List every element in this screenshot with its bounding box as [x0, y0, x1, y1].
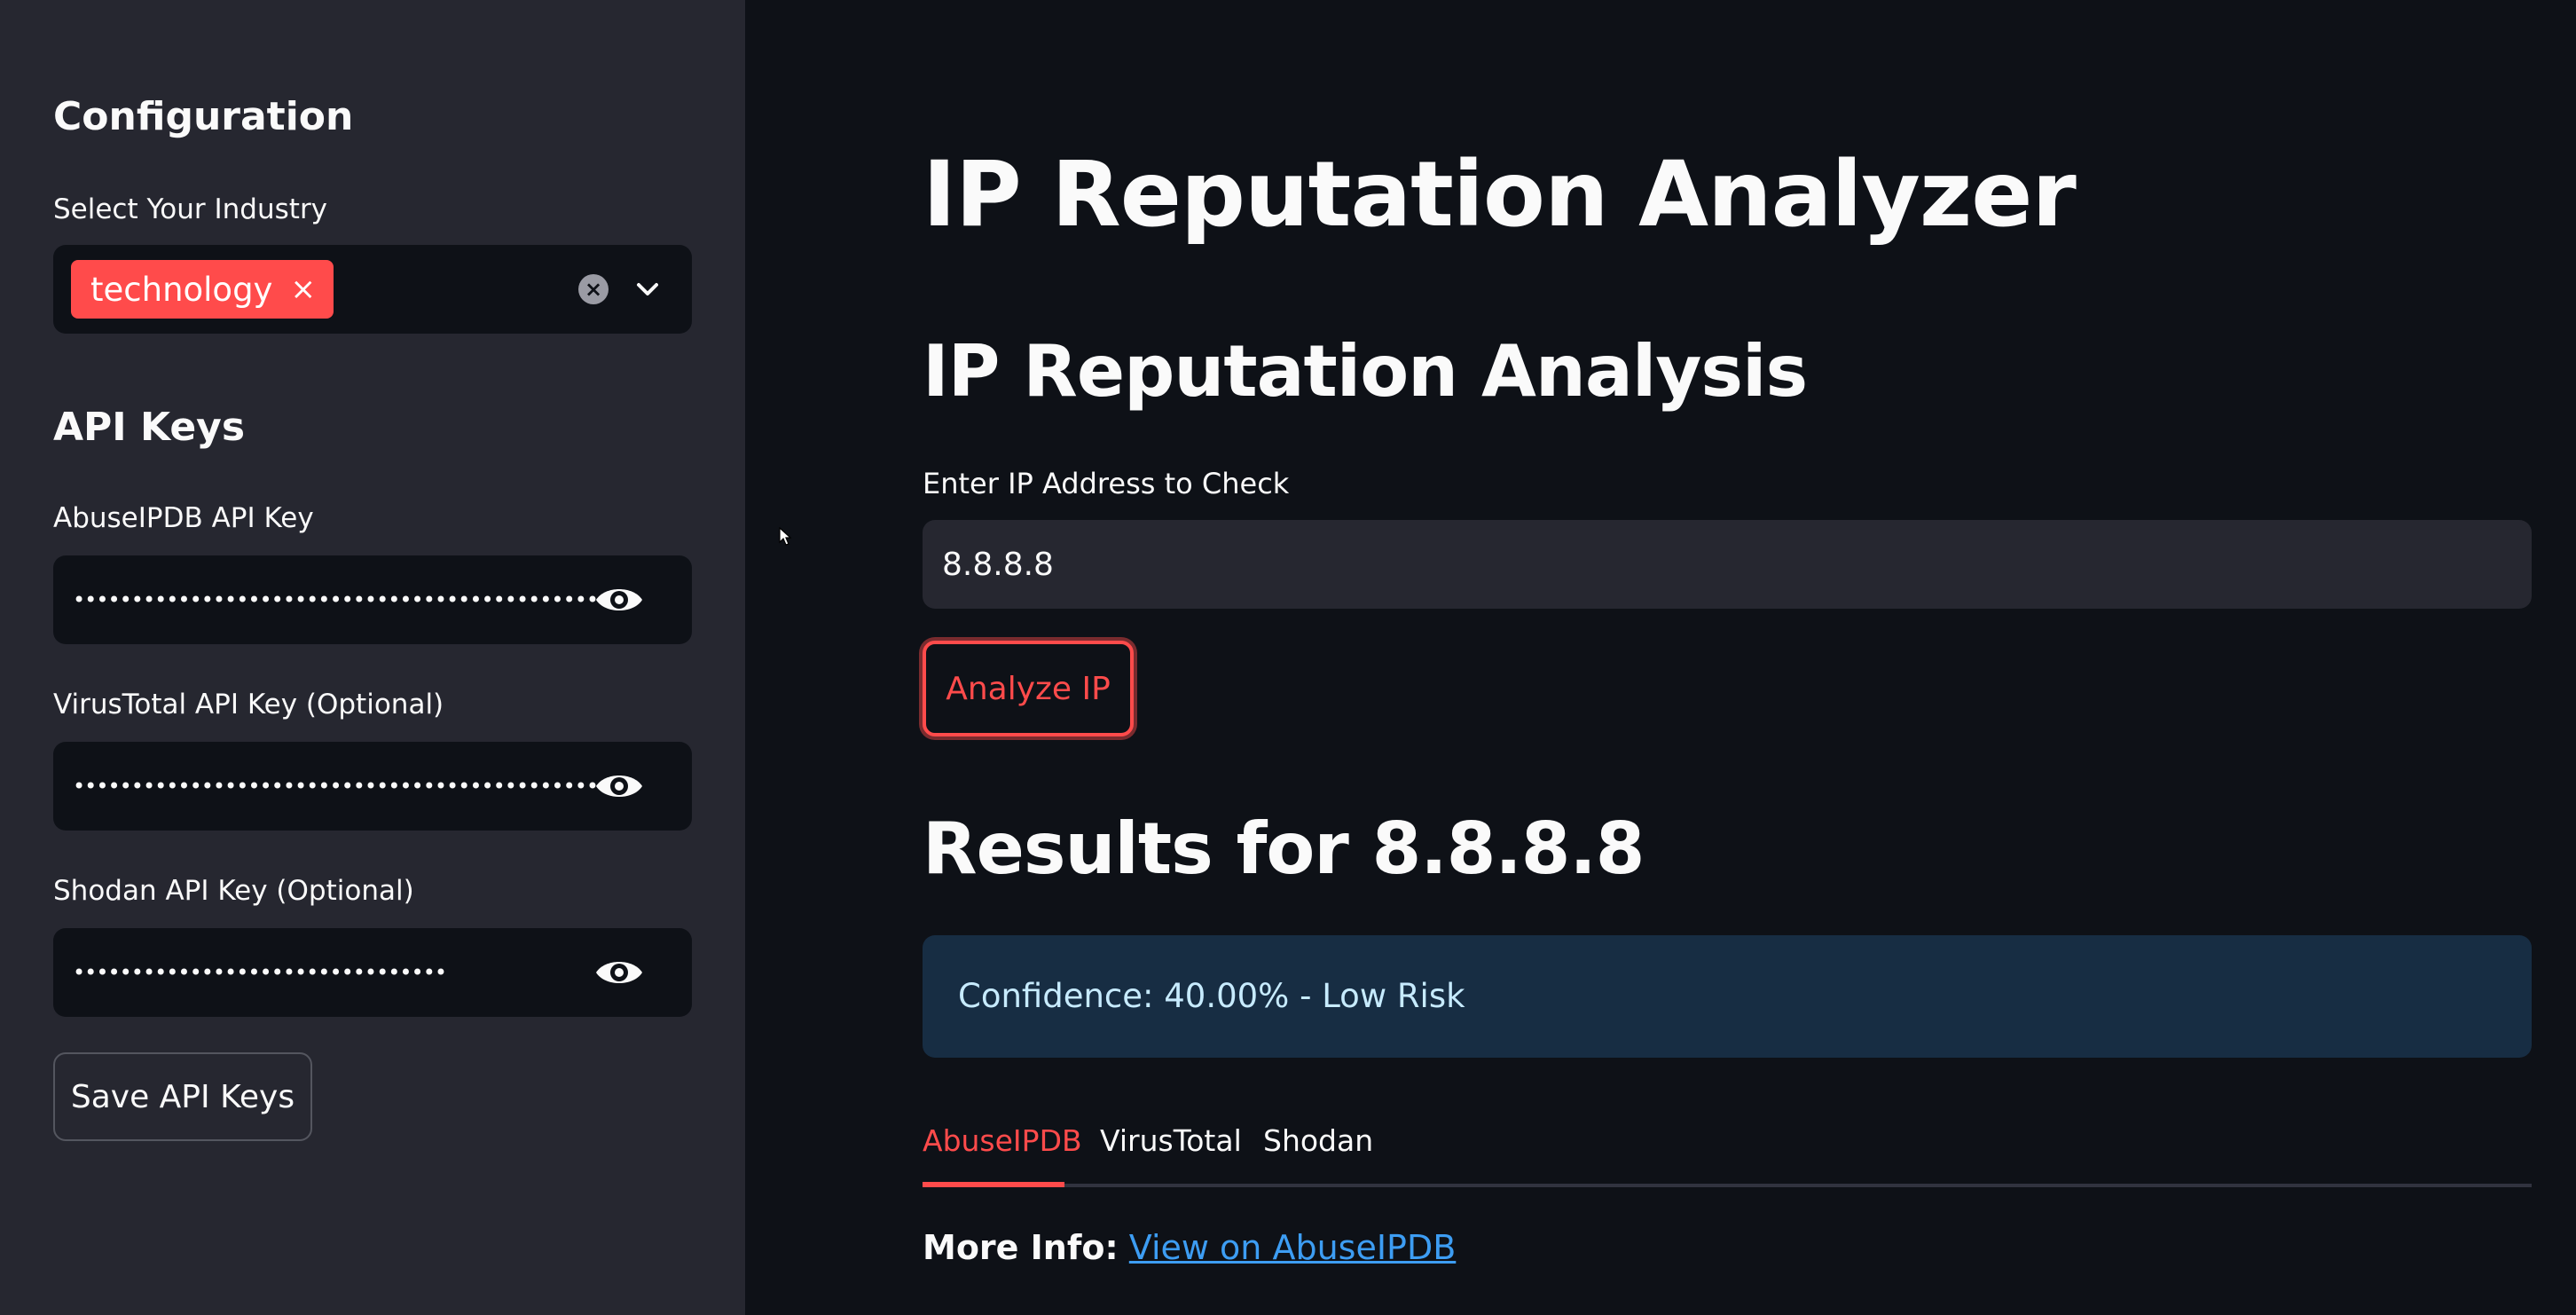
virustotal-key-field[interactable]: ••••••••••••••••••••••••••••••••••••••••… — [53, 742, 692, 831]
configuration-heading: Configuration — [53, 94, 354, 139]
section-heading: IP Reputation Analysis — [923, 330, 1808, 413]
api-keys-heading: API Keys — [53, 405, 246, 450]
results-tabs: AbuseIPDB VirusTotal Shodan — [923, 1116, 2532, 1187]
virustotal-key-label: VirusTotal API Key (Optional) — [53, 689, 444, 720]
analyze-ip-button[interactable]: Analyze IP — [923, 641, 1134, 736]
more-info-label: More Info: — [923, 1228, 1119, 1267]
close-icon[interactable]: × — [290, 274, 316, 304]
view-on-abuseipdb-link[interactable]: View on AbuseIPDB — [1129, 1228, 1457, 1267]
ip-address-input[interactable] — [923, 520, 2532, 609]
industry-tag-label: technology — [90, 270, 273, 309]
app-window: Configuration Select Your Industry techn… — [0, 0, 2576, 1315]
shodan-key-value[interactable]: •••••••••••••••••••••••••••••••• — [73, 928, 616, 1017]
abuseipdb-key-field[interactable]: ••••••••••••••••••••••••••••••••••••••••… — [53, 555, 692, 644]
industry-tag: technology × — [71, 260, 334, 319]
results-heading: Results for 8.8.8.8 — [923, 807, 1645, 890]
eye-icon[interactable] — [593, 580, 646, 619]
ip-input-label: Enter IP Address to Check — [923, 467, 1290, 500]
tabs-divider — [923, 1184, 2532, 1187]
eye-icon[interactable] — [593, 767, 646, 806]
page-title: IP Reputation Analyzer — [923, 142, 2077, 248]
shodan-key-field[interactable]: •••••••••••••••••••••••••••••••• — [53, 928, 692, 1017]
sidebar: Configuration Select Your Industry techn… — [0, 0, 745, 1315]
industry-multiselect[interactable]: technology × × — [53, 245, 692, 334]
save-api-keys-button[interactable]: Save API Keys — [53, 1052, 312, 1141]
eye-icon[interactable] — [593, 953, 646, 992]
virustotal-key-value[interactable]: ••••••••••••••••••••••••••••••••••••••••… — [73, 742, 616, 831]
active-tab-indicator — [923, 1182, 1064, 1187]
mouse-cursor-icon — [779, 527, 792, 546]
confidence-info-box: Confidence: 40.00% - Low Risk — [923, 935, 2532, 1058]
tab-virustotal[interactable]: VirusTotal — [1100, 1123, 1242, 1158]
abuseipdb-key-value[interactable]: ••••••••••••••••••••••••••••••••••••••••… — [73, 555, 616, 644]
clear-icon[interactable]: × — [578, 274, 609, 304]
industry-label: Select Your Industry — [53, 193, 328, 225]
abuseipdb-key-label: AbuseIPDB API Key — [53, 502, 314, 534]
shodan-key-label: Shodan API Key (Optional) — [53, 875, 414, 907]
tab-abuseipdb[interactable]: AbuseIPDB — [923, 1123, 1082, 1158]
tab-shodan[interactable]: Shodan — [1263, 1123, 1373, 1158]
more-info-line: More Info: View on AbuseIPDB — [923, 1228, 1456, 1267]
confidence-text: Confidence: 40.00% - Low Risk — [958, 977, 1465, 1015]
chevron-down-icon[interactable] — [630, 272, 665, 307]
